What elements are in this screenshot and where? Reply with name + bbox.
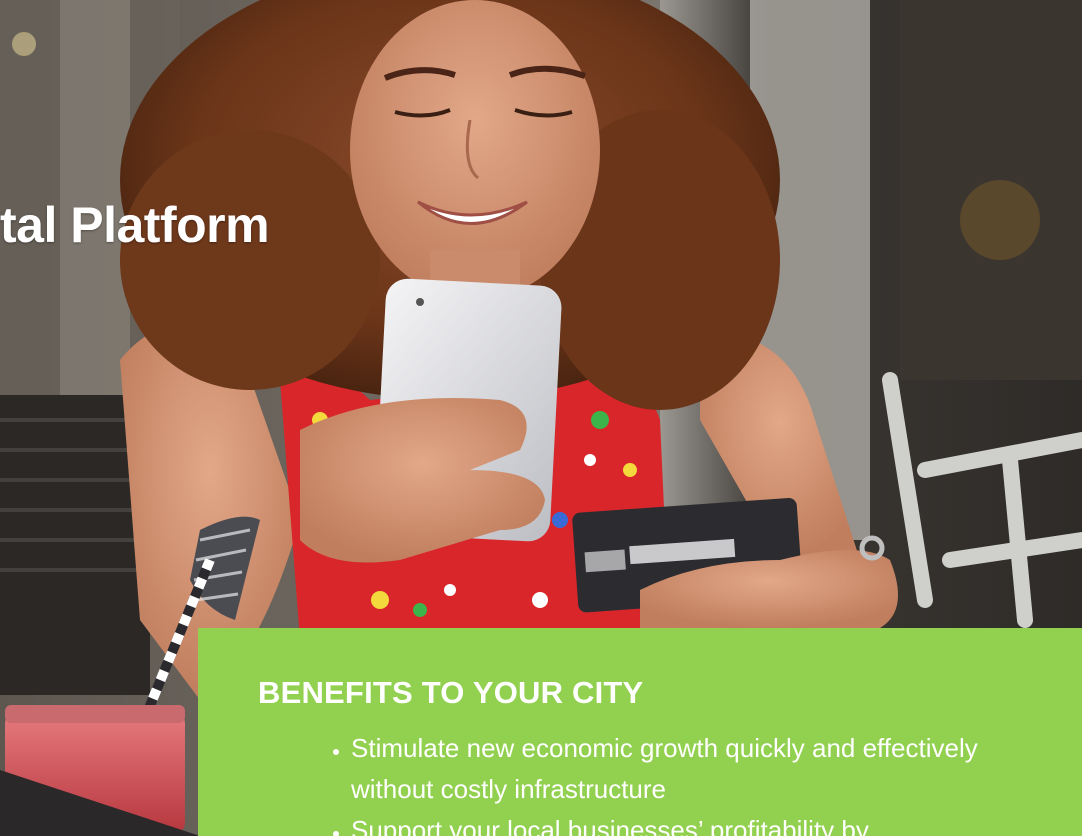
- benefits-panel: BENEFITS TO YOUR CITY Stimulate new econ…: [198, 628, 1082, 836]
- list-item: Stimulate new economic growth quickly an…: [351, 728, 991, 810]
- benefits-heading: BENEFITS TO YOUR CITY: [258, 675, 644, 710]
- list-item: Support your local businesses’ profitabi…: [351, 810, 991, 836]
- benefits-list: Stimulate new economic growth quickly an…: [301, 728, 991, 836]
- hero-title: tal Platform: [0, 197, 270, 253]
